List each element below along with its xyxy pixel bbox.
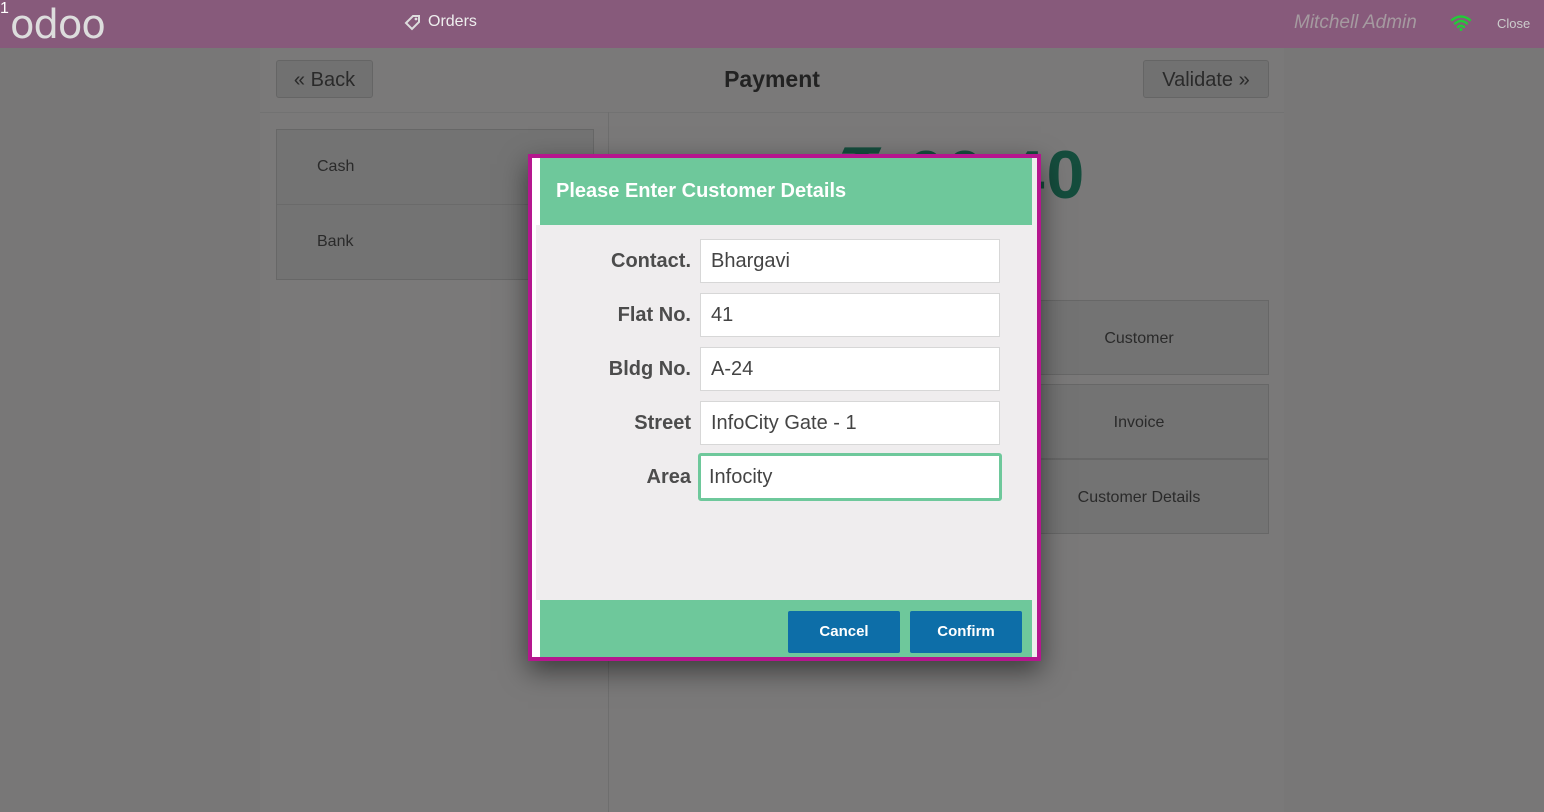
flat-no-label: Flat No.	[617, 304, 691, 326]
orders-count-badge: 1	[0, 0, 9, 17]
area-row: Area	[536, 453, 1032, 501]
customer-details-popup: Please Enter Customer Details Contact. F…	[528, 154, 1041, 661]
contact-row: Contact.	[536, 239, 1032, 283]
close-button[interactable]: Close	[1497, 16, 1530, 31]
popup-body: Please Enter Customer Details Contact. F…	[532, 158, 1032, 657]
orders-label: Orders	[428, 13, 477, 30]
flat-no-row: Flat No.	[536, 293, 1032, 337]
area-input[interactable]	[698, 453, 1002, 501]
top-bar: odoo Orders 1 Mitchell Admin Close	[0, 0, 1544, 48]
popup-footer: Cancel Confirm	[536, 600, 1032, 657]
street-row: Street	[536, 401, 1032, 445]
bldg-no-row: Bldg No.	[536, 347, 1032, 391]
popup-title: Please Enter Customer Details	[536, 158, 1032, 225]
user-name: Mitchell Admin	[1294, 12, 1417, 33]
tag-icon	[404, 13, 422, 31]
contact-input[interactable]	[700, 239, 1000, 283]
bldg-no-label: Bldg No.	[608, 358, 691, 380]
odoo-logo: odoo	[10, 2, 106, 48]
street-label: Street	[634, 412, 691, 434]
wifi-icon	[1450, 14, 1472, 37]
area-label: Area	[646, 466, 691, 488]
cancel-button[interactable]: Cancel	[788, 611, 900, 653]
bldg-no-input[interactable]	[700, 347, 1000, 391]
orders-button[interactable]: Orders	[404, 13, 477, 31]
contact-label: Contact.	[611, 250, 691, 272]
flat-no-input[interactable]	[700, 293, 1000, 337]
street-input[interactable]	[700, 401, 1000, 445]
confirm-button[interactable]: Confirm	[910, 611, 1022, 653]
